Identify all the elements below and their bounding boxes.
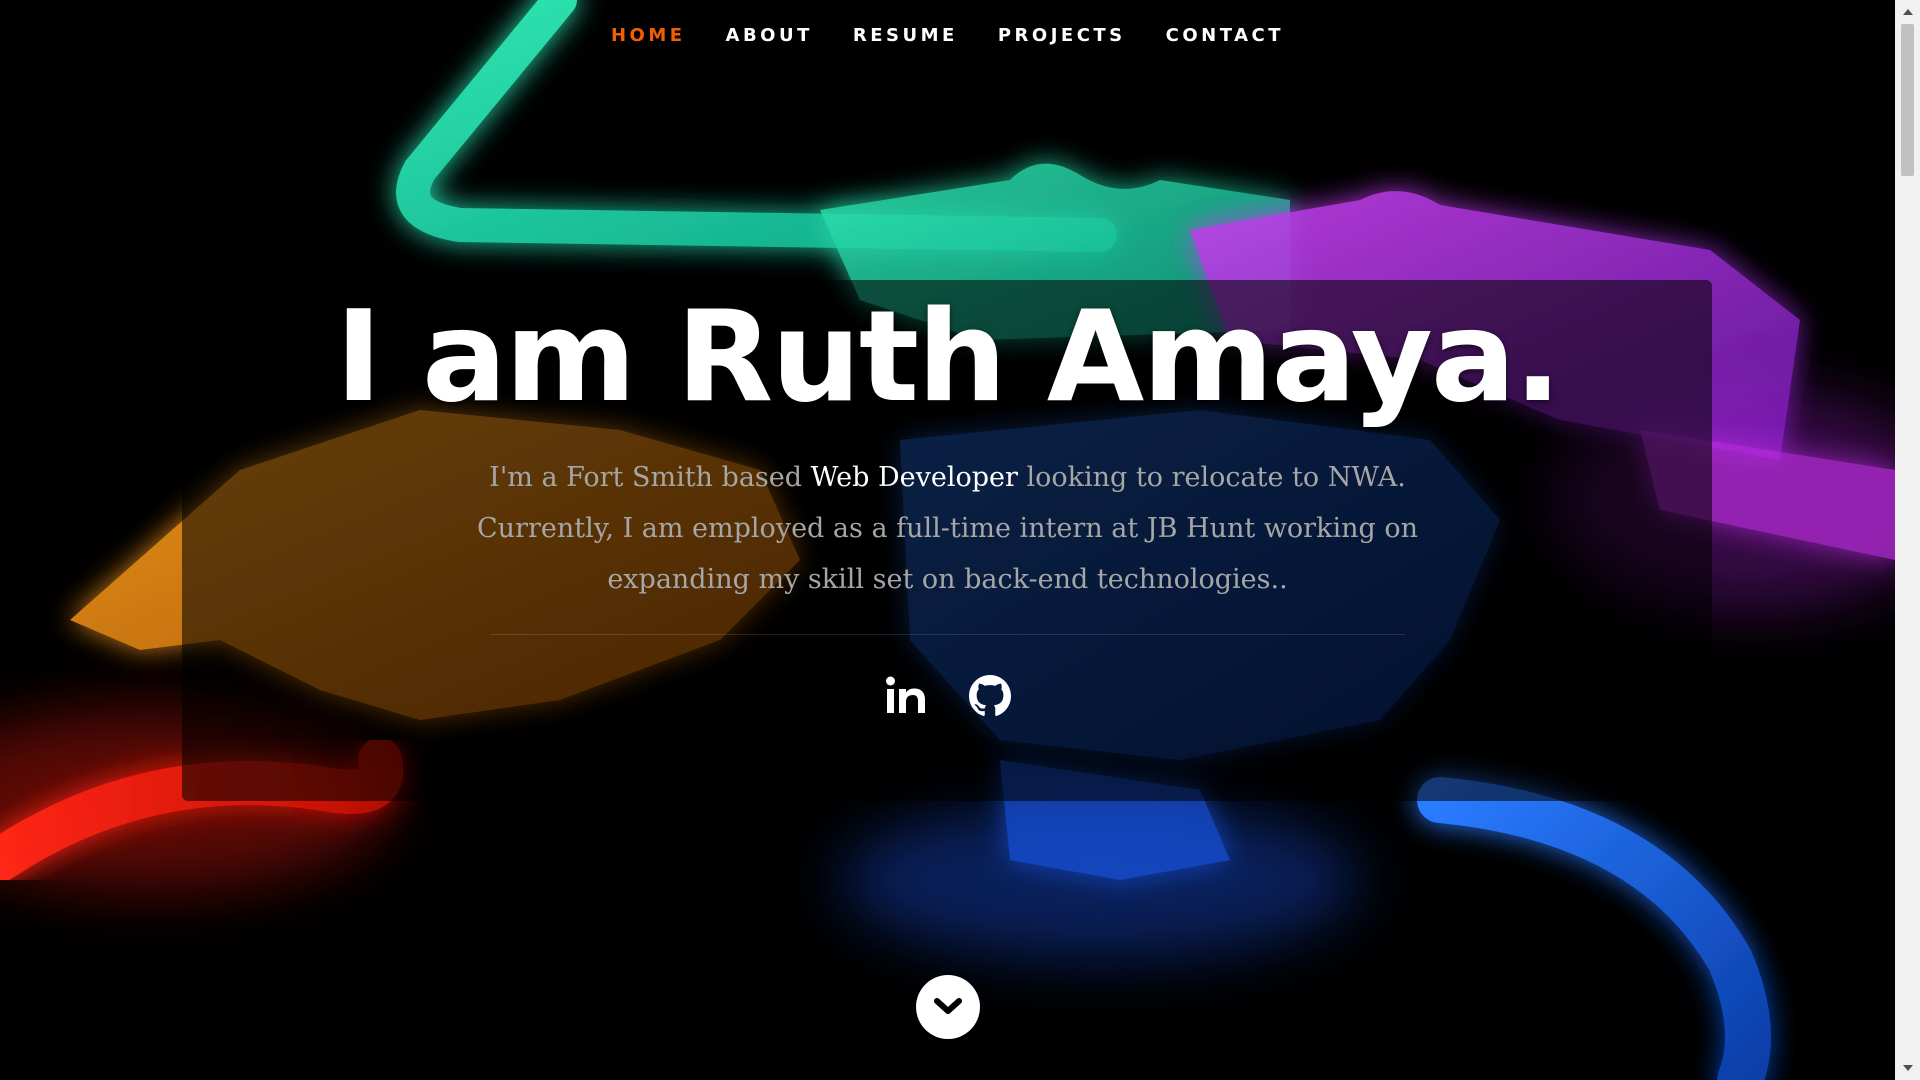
github-link[interactable] — [968, 672, 1012, 720]
intro-text: I'm a Fort Smith based Web Developer loo… — [440, 452, 1455, 605]
page-title: I am Ruth Amaya. — [335, 283, 1561, 430]
linkedin-icon — [885, 676, 925, 713]
vertical-scrollbar[interactable] — [1895, 0, 1920, 1080]
scroll-down-button[interactable] — [916, 975, 980, 1039]
intro-highlight: Web Developer — [810, 462, 1018, 493]
intro-text-part: I'm a Fort Smith based — [489, 462, 811, 493]
scroll-up-arrow-icon[interactable] — [1895, 2, 1920, 22]
main-nav: HOME ABOUT RESUME PROJECTS CONTACT — [0, 0, 1895, 70]
hero-section: HOME ABOUT RESUME PROJECTS CONTACT I am … — [0, 0, 1895, 1080]
linkedin-link[interactable] — [884, 672, 928, 720]
social-links — [0, 672, 1895, 720]
github-icon — [968, 675, 1011, 716]
divider — [490, 634, 1405, 635]
nav-item-resume[interactable]: RESUME — [853, 25, 958, 46]
nav-item-contact[interactable]: CONTACT — [1166, 25, 1284, 46]
chevron-down-icon — [934, 998, 962, 1014]
nav-item-home[interactable]: HOME — [611, 25, 686, 46]
scrollbar-thumb[interactable] — [1901, 24, 1914, 176]
nav-item-about[interactable]: ABOUT — [726, 25, 813, 46]
nav-item-projects[interactable]: PROJECTS — [998, 25, 1126, 46]
scroll-down-arrow-icon[interactable] — [1895, 1058, 1920, 1078]
